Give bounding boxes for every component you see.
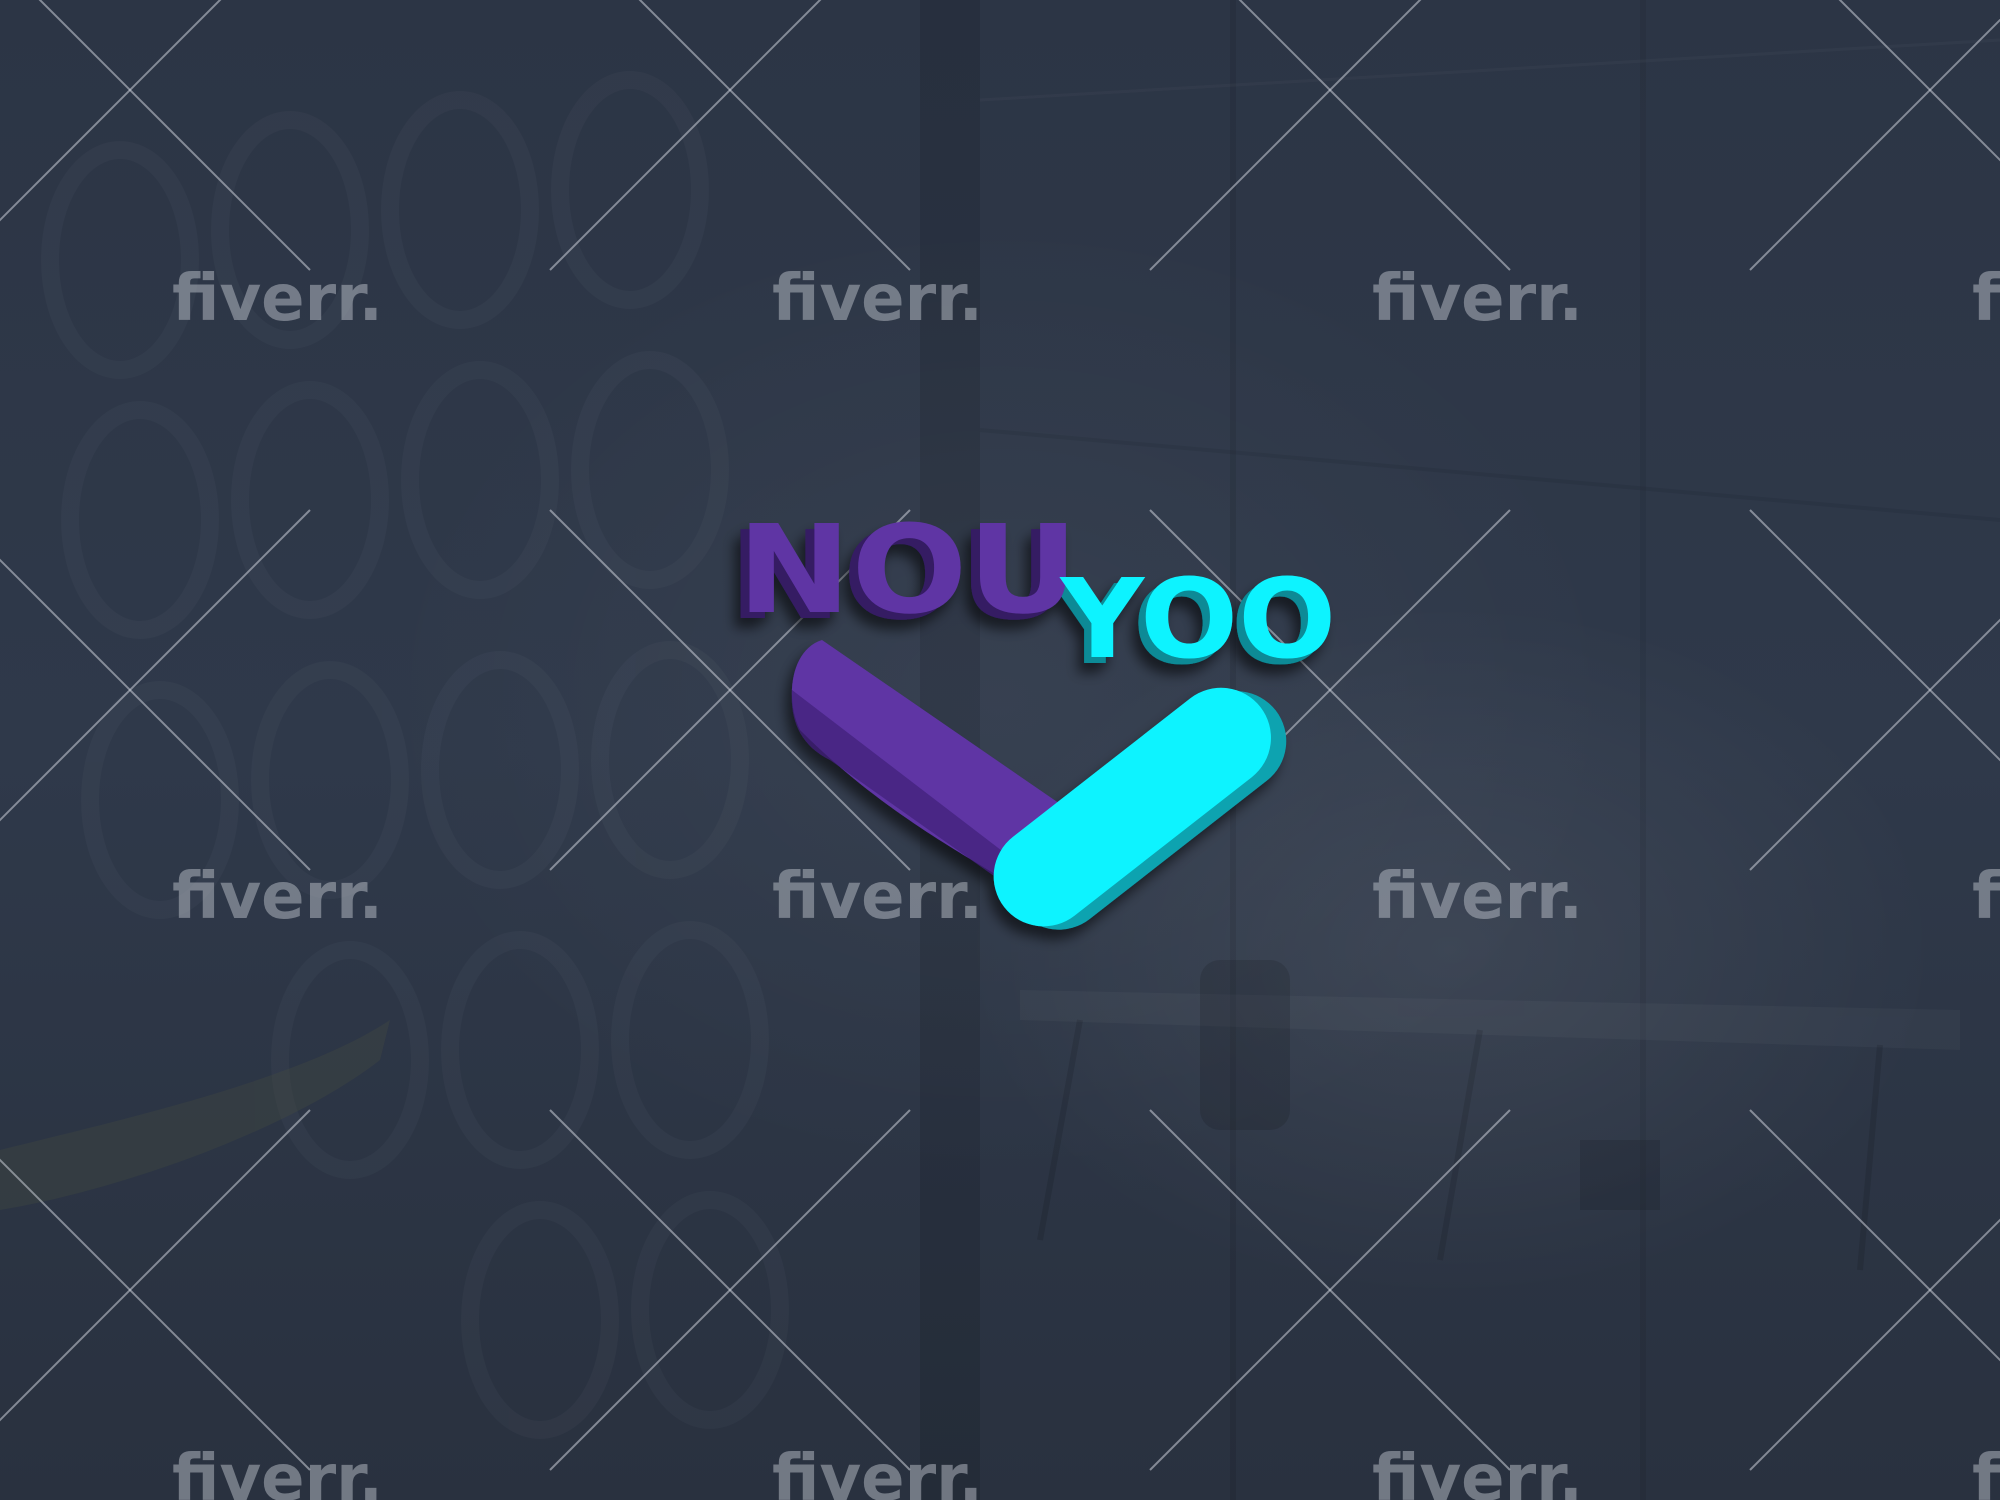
logo-word-left: NOU [737,499,1078,641]
mockup-scene: fiverr.fiverr.fiverr.fiverr.fiverr.fiver… [0,0,2000,1500]
logo-word-right: YOO [1058,555,1336,684]
nouyoo-logo: NOU YOO NOU YOO [728,499,1336,930]
